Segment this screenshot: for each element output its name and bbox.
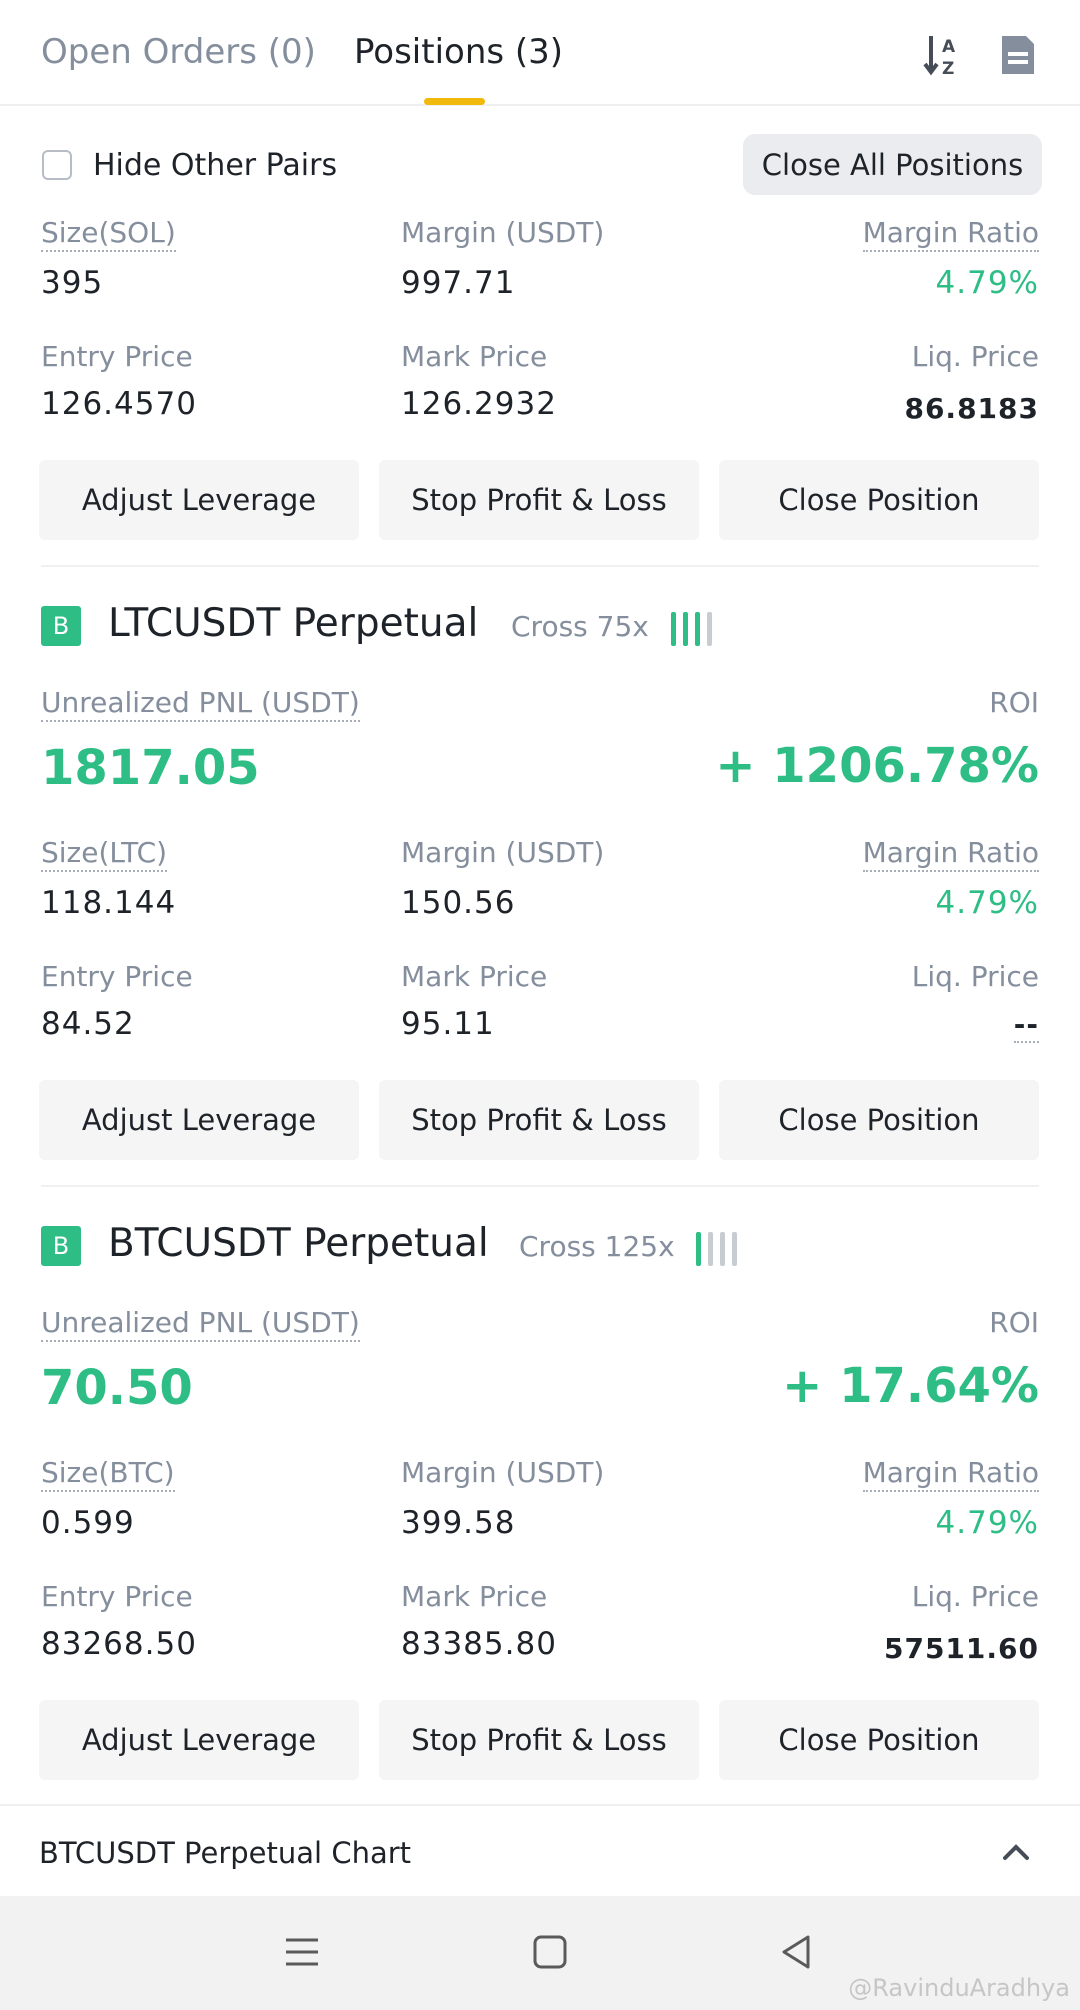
adjust-leverage-button[interactable]: Adjust Leverage: [39, 1080, 359, 1160]
svg-text:A: A: [942, 37, 956, 57]
roi-value: + 1206.78%: [715, 738, 1039, 794]
adjust-leverage-button[interactable]: Adjust Leverage: [39, 1700, 359, 1780]
margin-label: Margin (USDT): [401, 216, 605, 249]
symbol-name[interactable]: LTCUSDT Perpetual: [108, 601, 478, 646]
chart-toggle-bar[interactable]: BTCUSDT Perpetual Chart: [0, 1804, 1080, 1894]
unrealized-pnl-label[interactable]: Unrealized PNL (USDT): [41, 686, 360, 722]
margin-ratio-label[interactable]: Margin Ratio: [862, 216, 1039, 252]
size-label: Size(BTC): [41, 1456, 175, 1492]
entry-price-label: Entry Price: [41, 960, 193, 993]
size-value: 0.599: [41, 1505, 135, 1541]
liq-price-value: 86.8183: [904, 392, 1039, 425]
entry-price-value: 83268.50: [41, 1626, 197, 1662]
tab-positions[interactable]: Positions (3): [354, 32, 563, 72]
size-value: 395: [41, 265, 104, 301]
leverage-label[interactable]: Cross 75x: [511, 610, 649, 643]
mark-price-label: Mark Price: [401, 1580, 548, 1613]
margin-ratio-label[interactable]: Margin Ratio: [862, 836, 1039, 872]
side-badge: B: [41, 1226, 81, 1266]
divider: [41, 1185, 1039, 1187]
risk-signal-icon: [671, 606, 712, 646]
side-badge: B: [41, 606, 81, 646]
size-value: 118.144: [41, 885, 177, 921]
sort-az-icon[interactable]: A Z: [922, 32, 968, 78]
entry-price-value: 126.4570: [41, 386, 197, 422]
filter-row: Hide Other Pairs Close All Positions: [0, 106, 1080, 220]
tab-open-orders[interactable]: Open Orders (0): [41, 32, 316, 72]
symbol-name[interactable]: BTCUSDT Perpetual: [108, 1221, 489, 1266]
mark-price-label: Mark Price: [401, 960, 548, 993]
close-position-button[interactable]: Close Position: [719, 460, 1039, 540]
svg-text:Z: Z: [942, 59, 954, 78]
chevron-up-icon[interactable]: [1000, 1836, 1032, 1868]
mark-price-value: 83385.80: [401, 1626, 557, 1662]
back-icon[interactable]: [776, 1932, 816, 1972]
size-label: Size(SOL): [41, 216, 176, 252]
margin-ratio-value: 4.79%: [935, 1505, 1039, 1541]
margin-label: Margin (USDT): [401, 1456, 605, 1489]
entry-price-value: 84.52: [41, 1006, 135, 1042]
watermark: @RavinduAradhya: [848, 1974, 1070, 2002]
margin-ratio-label[interactable]: Margin Ratio: [862, 1456, 1039, 1492]
entry-price-label: Entry Price: [41, 340, 193, 373]
system-nav-bar: @RavinduAradhya: [0, 1896, 1080, 2010]
hide-other-pairs-checkbox[interactable]: [42, 150, 72, 180]
margin-value: 150.56: [401, 885, 516, 921]
stop-profit-loss-button[interactable]: Stop Profit & Loss: [379, 1700, 699, 1780]
close-all-positions-button[interactable]: Close All Positions: [743, 134, 1042, 195]
mark-price-label: Mark Price: [401, 340, 548, 373]
unrealized-pnl-value: 1817.05: [41, 740, 260, 796]
hide-other-pairs-label: Hide Other Pairs: [93, 148, 338, 183]
roi-value: + 17.64%: [782, 1358, 1039, 1414]
tab-bar: Open Orders (0) Positions (3) A Z: [0, 0, 1080, 106]
stop-profit-loss-button[interactable]: Stop Profit & Loss: [379, 460, 699, 540]
size-label: Size(LTC): [41, 836, 168, 872]
stop-profit-loss-button[interactable]: Stop Profit & Loss: [379, 1080, 699, 1160]
liq-price-value: 57511.60: [883, 1632, 1039, 1665]
chart-title: BTCUSDT Perpetual Chart: [39, 1836, 412, 1870]
adjust-leverage-button[interactable]: Adjust Leverage: [39, 460, 359, 540]
home-icon[interactable]: [530, 1932, 570, 1972]
liq-price-value: --: [1013, 1008, 1039, 1043]
mark-price-value: 95.11: [401, 1006, 495, 1042]
roi-label: ROI: [989, 1306, 1039, 1339]
margin-label: Margin (USDT): [401, 836, 605, 869]
liq-price-label: Liq. Price: [911, 340, 1039, 373]
liq-price-label: Liq. Price: [911, 960, 1039, 993]
active-tab-indicator: [424, 98, 485, 105]
divider: [41, 565, 1039, 567]
margin-value: 399.58: [401, 1505, 516, 1541]
close-position-button[interactable]: Close Position: [719, 1080, 1039, 1160]
mark-price-value: 126.2932: [401, 386, 557, 422]
leverage-label[interactable]: Cross 125x: [519, 1230, 675, 1263]
document-icon[interactable]: [994, 32, 1040, 78]
unrealized-pnl-label[interactable]: Unrealized PNL (USDT): [41, 1306, 360, 1342]
close-position-button[interactable]: Close Position: [719, 1700, 1039, 1780]
risk-signal-icon: [696, 1226, 737, 1266]
margin-ratio-value: 4.79%: [935, 885, 1039, 921]
entry-price-label: Entry Price: [41, 1580, 193, 1613]
margin-ratio-value: 4.79%: [935, 265, 1039, 301]
liq-price-label: Liq. Price: [911, 1580, 1039, 1613]
roi-label: ROI: [989, 686, 1039, 719]
menu-icon[interactable]: [282, 1932, 322, 1972]
unrealized-pnl-value: 70.50: [41, 1360, 193, 1416]
margin-value: 997.71: [401, 265, 516, 301]
